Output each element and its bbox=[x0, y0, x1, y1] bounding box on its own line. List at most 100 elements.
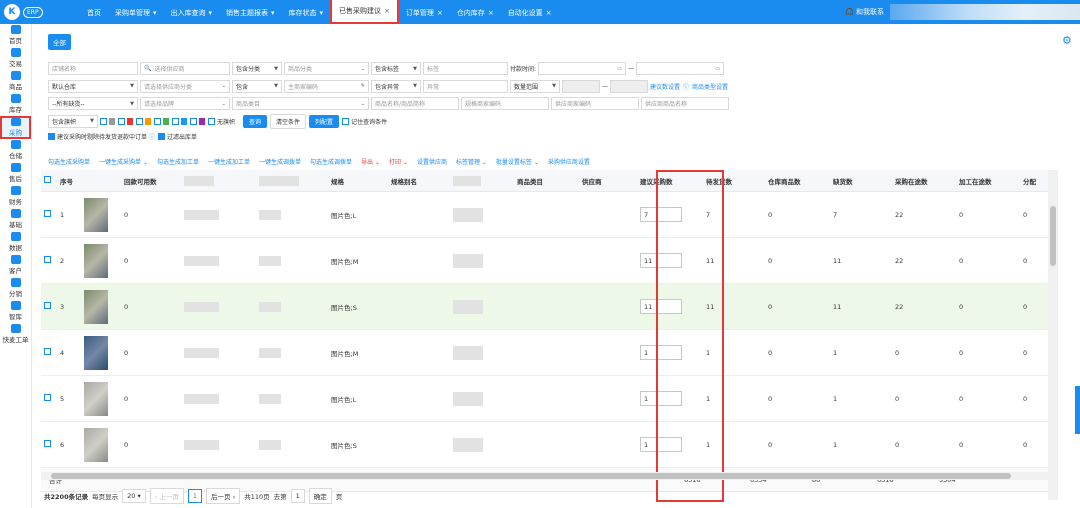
sidebar-item-1[interactable]: 交易 bbox=[0, 47, 31, 70]
action-11[interactable]: 采购供应商设置 bbox=[548, 157, 590, 166]
goods-category-input[interactable]: 商品类目 ⌄ bbox=[232, 97, 369, 110]
supplier-select[interactable]: 🔍 选择供应商 bbox=[140, 62, 230, 75]
main-code-input[interactable]: 主商家编码 ✎ bbox=[284, 79, 369, 93]
suggest-qty-input[interactable]: 1 bbox=[640, 345, 682, 360]
app-logo[interactable]: K ERP bbox=[0, 0, 62, 24]
sidebar-item-8[interactable]: 基础 bbox=[0, 208, 31, 231]
suggest-qty-input[interactable]: 11 bbox=[640, 253, 682, 268]
sidebar-item-0[interactable]: 首页 bbox=[0, 24, 31, 47]
supplier-goods-name-input[interactable]: 供应商商品名称 bbox=[641, 97, 729, 110]
table-row[interactable]: 5 0 图片色;L 1 1 0 1 0 0 0 bbox=[41, 376, 1051, 422]
product-thumbnail[interactable] bbox=[84, 427, 108, 462]
suggest-setting-link[interactable]: 建议数设置 bbox=[650, 82, 680, 91]
sidebar-item-2[interactable]: 商品 bbox=[0, 70, 31, 93]
supplier-code-input[interactable]: 供应商家编码 bbox=[551, 97, 639, 110]
flag-checkbox[interactable] bbox=[190, 117, 197, 125]
filter-outbound-checkbox[interactable] bbox=[158, 132, 166, 140]
page-1-button[interactable]: 1 bbox=[187, 489, 203, 503]
goto-page-input[interactable]: 1 bbox=[290, 489, 305, 503]
chevron-down-icon[interactable]: ▾ bbox=[320, 9, 324, 17]
per-page-select[interactable]: 20 ▾ bbox=[122, 489, 146, 503]
chevron-down-icon[interactable]: ▾ bbox=[209, 9, 213, 17]
tab-3[interactable]: 销售主题报表 ▾ bbox=[219, 2, 282, 24]
tab-7[interactable]: 仓内库存 × bbox=[450, 2, 501, 24]
sidebar-item-3[interactable]: 库存 bbox=[0, 93, 31, 116]
prev-page-button[interactable]: ‹ 上一页 bbox=[149, 488, 184, 504]
tab-4[interactable]: 库存状态 ▾ bbox=[282, 2, 331, 24]
row-checkbox[interactable] bbox=[44, 210, 51, 217]
next-page-button[interactable]: 后一页 › bbox=[206, 488, 241, 504]
close-icon[interactable]: × bbox=[546, 9, 552, 17]
row-checkbox[interactable] bbox=[44, 394, 51, 401]
brand-select[interactable]: 请选择品牌 ⌄ bbox=[140, 97, 230, 110]
gear-icon[interactable]: ⚙ bbox=[1062, 35, 1072, 46]
no-flag-checkbox[interactable] bbox=[208, 117, 215, 125]
flag-checkbox[interactable] bbox=[172, 117, 179, 125]
vertical-scrollbar[interactable] bbox=[1048, 170, 1058, 500]
abnormal-input[interactable]: 异常 bbox=[423, 79, 508, 93]
supplier-category-select[interactable]: 请选择供应商分类 ⌄ bbox=[140, 79, 230, 93]
close-icon[interactable]: × bbox=[488, 9, 494, 17]
sidebar-item-12[interactable]: 智库 bbox=[0, 300, 31, 323]
goods-name-input[interactable]: 商品名称/商品简称 bbox=[371, 97, 459, 110]
product-thumbnail[interactable] bbox=[84, 289, 108, 324]
action-0[interactable]: 勾选生成采购单 bbox=[48, 157, 90, 166]
contain-select[interactable]: 包含 ▼ bbox=[232, 79, 282, 93]
row-checkbox[interactable] bbox=[44, 302, 51, 309]
tab-0[interactable]: 首页 bbox=[80, 2, 108, 24]
flag-checkbox[interactable] bbox=[100, 117, 107, 125]
exclude-refund-checkbox[interactable] bbox=[48, 132, 55, 140]
flag-checkbox[interactable] bbox=[136, 117, 143, 125]
sidebar-item-10[interactable]: 客户 bbox=[0, 254, 31, 277]
scroll-thumb[interactable] bbox=[1050, 206, 1056, 266]
action-3[interactable]: 一键生成加工单 bbox=[208, 157, 250, 166]
action-1[interactable]: 一键生成采购单 ⌄ bbox=[99, 157, 148, 166]
category-contain-select[interactable]: 包含分类 ▼ bbox=[232, 62, 282, 75]
product-thumbnail[interactable] bbox=[84, 243, 108, 278]
chevron-down-icon[interactable]: ▾ bbox=[153, 9, 157, 17]
suggest-qty-input[interactable]: 7 bbox=[640, 207, 682, 222]
select-all-checkbox[interactable] bbox=[44, 176, 51, 183]
query-button[interactable]: 查询 bbox=[243, 114, 268, 128]
flag-checkbox[interactable] bbox=[154, 117, 161, 125]
flag-checkbox[interactable] bbox=[118, 117, 125, 125]
scroll-thumb[interactable] bbox=[51, 473, 1011, 479]
side-toggle-tab[interactable] bbox=[1075, 386, 1080, 434]
action-8[interactable]: 设置供应商 bbox=[417, 157, 447, 166]
product-thumbnail[interactable] bbox=[84, 197, 108, 232]
tab-6[interactable]: 订单管理 × bbox=[399, 2, 450, 24]
close-icon[interactable]: × bbox=[384, 7, 390, 15]
table-row[interactable]: 1 0 图片色;L 7 7 0 7 22 0 0 bbox=[41, 192, 1051, 238]
action-10[interactable]: 批量设置标签 ⌄ bbox=[496, 157, 539, 166]
tag-input[interactable]: 标签 bbox=[423, 62, 508, 75]
abnormal-contain-select[interactable]: 包含异常 ▼ bbox=[371, 79, 421, 93]
stock-status-select[interactable]: --所有缺货-- ▼ bbox=[48, 97, 138, 110]
spec-code-input[interactable]: 规格商家编码 bbox=[461, 97, 549, 110]
help-icon[interactable]: ⓘ bbox=[149, 132, 155, 141]
action-2[interactable]: 勾选生成加工单 bbox=[157, 157, 199, 166]
category-input[interactable]: 商品分类 ⌄ bbox=[284, 62, 369, 75]
tab-1[interactable]: 采购单管理 ▾ bbox=[108, 2, 164, 24]
table-row[interactable]: 2 0 图片色;M 11 11 0 11 22 0 0 bbox=[41, 238, 1051, 284]
sidebar-item-9[interactable]: 数据 bbox=[0, 231, 31, 254]
row-checkbox[interactable] bbox=[44, 440, 51, 447]
table-row[interactable]: 3 0 图片色;S 11 11 0 11 22 0 0 bbox=[41, 284, 1051, 330]
warehouse-select[interactable]: 默认仓库 ▼ bbox=[48, 79, 138, 93]
shop-name-input[interactable]: 店铺名称 bbox=[48, 62, 138, 75]
qty-range-select[interactable]: 数量范围 ▼ bbox=[510, 79, 560, 93]
sidebar-item-13[interactable]: 快麦工单 bbox=[0, 323, 31, 346]
action-5[interactable]: 勾选生成调拨单 bbox=[310, 157, 352, 166]
sidebar-item-11[interactable]: 分销 bbox=[0, 277, 31, 300]
contact-link[interactable]: 🎧 和我联系 bbox=[845, 7, 884, 17]
qty-max-input[interactable] bbox=[610, 79, 648, 93]
table-row[interactable]: 6 0 图片色;S 1 1 0 1 0 0 0 bbox=[41, 422, 1051, 468]
action-4[interactable]: 一键生成调拨单 bbox=[259, 157, 301, 166]
sidebar-item-6[interactable]: 售后 bbox=[0, 162, 31, 185]
sidebar-item-7[interactable]: 财务 bbox=[0, 185, 31, 208]
flag-contain-select[interactable]: 包含旗帜 ▼ bbox=[48, 114, 98, 128]
row-checkbox[interactable] bbox=[44, 348, 51, 355]
remember-checkbox[interactable] bbox=[342, 117, 350, 125]
goto-confirm-button[interactable]: 确定 bbox=[308, 488, 332, 504]
tab-5[interactable]: 已售采购建议 × bbox=[330, 0, 399, 24]
sidebar-item-5[interactable]: 仓储 bbox=[0, 139, 31, 162]
